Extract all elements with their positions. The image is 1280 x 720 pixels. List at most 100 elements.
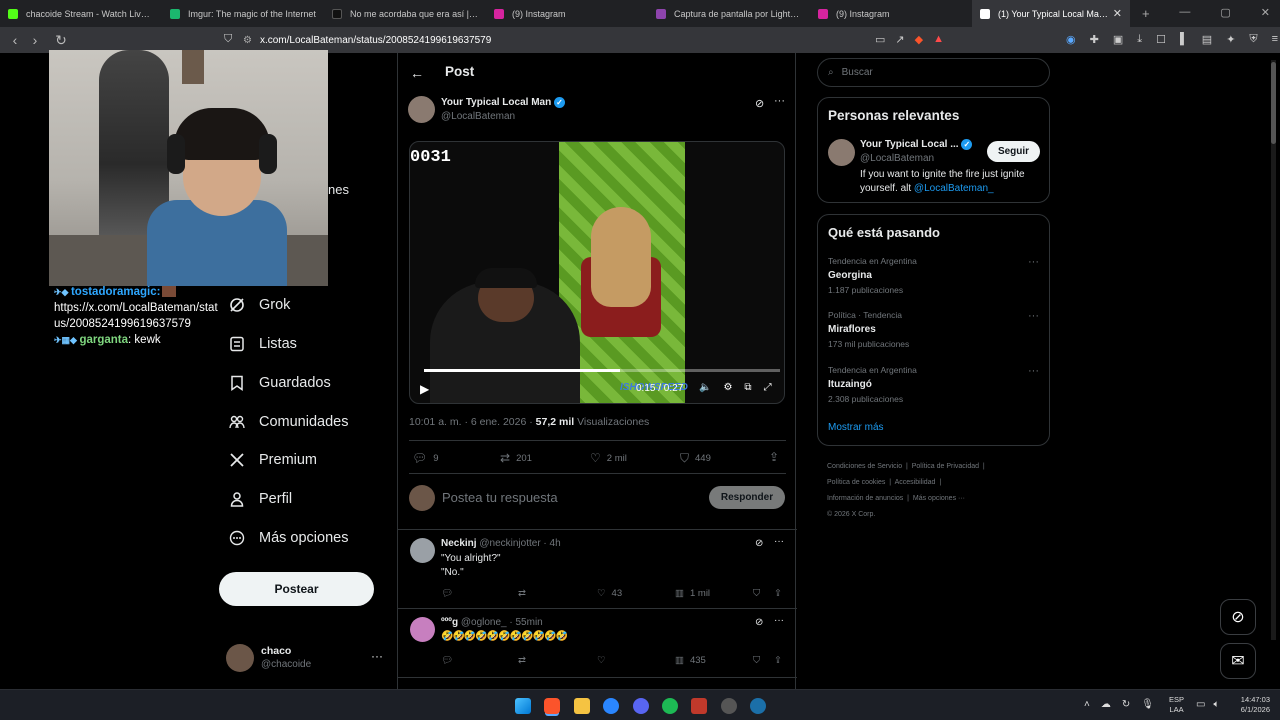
footer-link[interactable]: Accesibilidad [895, 479, 936, 486]
reply-tweet[interactable]: ºººg @oglone_ · 55min 🤣🤣🤣🤣🤣🤣🤣🤣🤣🤣🤣 ⊘ ··· … [398, 609, 797, 677]
trend-item[interactable]: Tendencia en Argentina Georgina 1.187 pu… [828, 256, 917, 295]
share-action[interactable]: ⇪ [769, 450, 779, 464]
more-icon[interactable]: ··· [1028, 365, 1039, 377]
repost-action[interactable]: ⇄ [518, 655, 526, 666]
more-icon[interactable]: ··· [1028, 256, 1039, 268]
forward-icon[interactable]: › [25, 32, 45, 48]
obs-icon[interactable] [721, 698, 737, 714]
reply-button[interactable]: Responder [709, 486, 785, 509]
browser-tab-x-active[interactable]: (1) Your Typical Local Man en X✕ [972, 0, 1130, 27]
minimize-icon[interactable]: — [1179, 6, 1190, 19]
trend-item[interactable]: Tendencia en Argentina Ituzaingó 2.308 p… [828, 365, 917, 404]
windows-start-icon[interactable] [515, 698, 531, 714]
browser-tab-lightshot[interactable]: Captura de pantalla por Lightshot [648, 0, 810, 27]
site-info-icon[interactable]: ⚙ [243, 35, 252, 46]
grok-icon[interactable]: ⊘ [755, 97, 764, 110]
tray-chevron-icon[interactable]: ˄ [1084, 699, 1090, 710]
browser-tab-tiktok[interactable]: No me acordaba que era así | romeo [324, 0, 486, 27]
video-player[interactable]: 0031 ISHOWSPEED ▶ 0:15 / 0:27 🔈 ⚙ ⧉ ⤢ [409, 141, 785, 404]
spotify-icon[interactable] [662, 698, 678, 714]
sidebar-icon[interactable]: ▌ [1180, 33, 1188, 46]
video-progress-bar[interactable] [424, 369, 780, 372]
more-icon[interactable]: ··· [371, 649, 383, 663]
file-explorer-icon[interactable] [574, 698, 590, 714]
brave-browser-icon[interactable] [544, 698, 560, 714]
leo-ai-icon[interactable]: ✦ [1226, 33, 1235, 46]
vpn-icon[interactable]: ⛨ [1249, 33, 1257, 46]
footer-link[interactable]: Política de Privacidad [912, 463, 979, 470]
show-more-link[interactable]: Mostrar más [828, 422, 884, 433]
relevant-name-row[interactable]: Your Typical Local ... ✓ [860, 139, 973, 150]
url-field[interactable]: ⚙ x.com/LocalBateman/status/200852419961… [243, 31, 963, 49]
sync-icon[interactable]: ↻ [1122, 699, 1130, 710]
views-action[interactable]: ▥ 435 [675, 655, 706, 666]
share-action[interactable]: ⇪ [774, 588, 782, 599]
bing-icon[interactable] [603, 698, 619, 714]
grok-icon[interactable]: ⊘ [755, 538, 763, 549]
discord-icon[interactable] [633, 698, 649, 714]
grok-icon[interactable]: ⊘ [755, 617, 763, 628]
search-input[interactable]: ⌕ Buscar [817, 58, 1050, 87]
avatar[interactable] [828, 139, 855, 166]
fullscreen-icon[interactable]: ⤢ [764, 382, 772, 393]
share-icon[interactable]: ↗ [895, 33, 904, 46]
menu-icon[interactable]: ≡ [1272, 33, 1278, 46]
extensions-icon[interactable]: ✚ [1090, 33, 1099, 46]
sidebar-item-communities[interactable]: Comunidades [229, 414, 348, 430]
bookmark-page-icon[interactable]: ⛉ [224, 33, 232, 46]
more-icon[interactable]: ··· [1028, 310, 1039, 322]
steam-icon[interactable] [750, 698, 766, 714]
audio-icon[interactable]: ◉ [1066, 33, 1076, 46]
new-tab-icon[interactable]: + [1142, 6, 1150, 21]
reply-tweet[interactable]: Neckinj @neckinjotter · 4h "You alright?… [398, 530, 797, 608]
more-icon[interactable]: ··· [774, 536, 784, 547]
onedrive-icon[interactable]: ☁ [1101, 699, 1111, 710]
footer-link[interactable]: Condiciones de Servicio [827, 463, 902, 470]
maximize-icon[interactable]: ▢ [1220, 6, 1230, 19]
bookmark-action[interactable]: ⛉ [753, 655, 760, 666]
browser-tab-kick[interactable]: chacoide Stream - Watch Live on Kick [0, 0, 162, 27]
sidebar-item-premium[interactable]: Premium [229, 452, 317, 468]
author-avatar[interactable] [408, 96, 435, 123]
bookmark-action[interactable]: ⛉ 449 [680, 451, 711, 466]
reply-action[interactable]: 💬︎ 9 [412, 451, 439, 465]
author-handle[interactable]: @LocalBateman [441, 111, 515, 122]
repost-action[interactable]: ⇄ [518, 588, 526, 599]
app-icon[interactable] [691, 698, 707, 714]
reply-action[interactable]: 💬︎ [441, 655, 453, 666]
browser-tab-instagram-2[interactable]: (9) Instagram [810, 0, 972, 27]
sidebar-item-profile[interactable]: Perfil [229, 491, 292, 507]
pip-icon[interactable]: ⧉ [744, 382, 751, 393]
wallet-icon[interactable]: ▤ [1202, 33, 1212, 46]
footer-link[interactable]: Política de cookies [827, 479, 885, 486]
reply-input[interactable]: Postea tu respuesta [442, 490, 558, 505]
close-window-icon[interactable]: ✕ [1261, 6, 1270, 19]
more-icon[interactable]: ··· [774, 95, 785, 107]
like-action[interactable]: ♡ 2 mil [590, 451, 627, 465]
sidebar-item-grok[interactable]: Grok [229, 297, 290, 313]
trend-item[interactable]: Política · Tendencia Miraflores 173 mil … [828, 310, 909, 349]
footer-link[interactable]: Información de anuncios [827, 495, 903, 502]
author-name-row[interactable]: Your Typical Local Man ✓ [441, 97, 565, 108]
back-arrow-icon[interactable]: ← [410, 65, 424, 81]
download-icon[interactable]: ⤓ [1137, 33, 1142, 46]
account-switcher[interactable]: chaco @chacoide ··· [226, 644, 391, 674]
repost-action[interactable]: ⇄ 201 [500, 451, 532, 465]
like-action[interactable]: ♡ 43 [597, 588, 622, 599]
bio-link[interactable]: @LocalBateman_ [914, 183, 994, 194]
reload-icon[interactable]: ↻ [51, 32, 71, 49]
bookmarks-icon[interactable]: ☐ [1156, 33, 1166, 46]
follow-button[interactable]: Seguir [987, 141, 1040, 162]
sidebar-item-lists[interactable]: Listas [229, 336, 297, 352]
footer-link[interactable]: Más opciones ··· [913, 495, 965, 502]
sidebar-item-bookmarks[interactable]: Guardados [229, 375, 331, 391]
clock[interactable]: 14:47:03 6/1/2026 [1230, 695, 1270, 715]
back-icon[interactable]: ‹ [5, 32, 25, 48]
grok-floating-button[interactable]: ⊘ [1220, 599, 1256, 635]
bookmark-action[interactable]: ⛉ [753, 588, 760, 599]
more-icon[interactable]: ··· [774, 615, 784, 626]
browser-tab-imgur[interactable]: Imgur: The magic of the Internet [162, 0, 324, 27]
settings-icon[interactable]: ⚙ [723, 382, 732, 393]
messages-floating-button[interactable]: ✉ [1220, 643, 1256, 679]
language-indicator[interactable]: ESP LAA [1169, 695, 1184, 715]
